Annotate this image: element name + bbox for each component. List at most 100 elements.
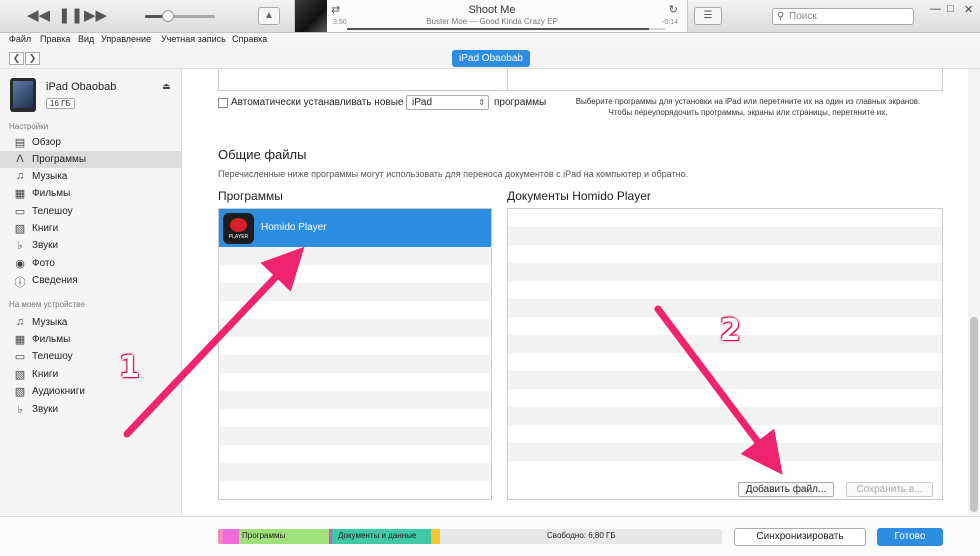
sidebar-item-music[interactable]: ♫ Музыка	[0, 168, 181, 185]
sidebar-item-label: Книги	[32, 223, 59, 234]
sidebar-item-label: Телешоу	[32, 206, 73, 217]
menu-help[interactable]: Справка	[232, 34, 267, 44]
now-playing-display: ⇄ 3:50 Shoot Me Buster Moe — Good Kinda …	[294, 0, 688, 32]
device-capacity-badge: 16 ГБ	[46, 98, 75, 109]
track-progress-bar[interactable]	[347, 28, 665, 30]
programs-word: программы	[494, 97, 547, 108]
sidebar-item-label: Звуки	[32, 404, 59, 415]
sidebar-item-apps[interactable]: Λ Программы	[0, 151, 181, 168]
bell-icon: ♭	[17, 240, 23, 252]
rewind-icon[interactable]: ◀◀	[27, 7, 50, 25]
music-icon: ♫	[15, 316, 25, 328]
sidebar-item-movies[interactable]: ▦ Фильмы	[0, 185, 181, 202]
sidebar-item-label: Звуки	[32, 240, 59, 251]
device-button[interactable]: iPad Obaobab	[452, 50, 530, 67]
main-scrollbar[interactable]	[968, 69, 980, 516]
sidebar-item-device-books[interactable]: ▧ Книги	[0, 366, 181, 383]
minimize-icon[interactable]: —	[930, 3, 941, 15]
list-item-homido-player[interactable]: PLAYER Homido Player	[219, 209, 491, 247]
shared-files-title: Общие файлы	[218, 147, 307, 162]
sidebar-item-device-music[interactable]: ♫ Музыка	[0, 314, 181, 331]
menu-edit[interactable]: Правка	[40, 34, 70, 44]
storage-bar: Программы Документы и данные Свободно: 6…	[218, 529, 722, 544]
search-icon: ⚲	[777, 11, 785, 22]
storage-free-label: Свободно: 6,80 ГБ	[547, 531, 616, 540]
tv-icon: ▭	[14, 351, 26, 363]
homido-player-app-icon: PLAYER	[223, 213, 254, 244]
search-input[interactable]: ⚲ Поиск	[772, 8, 914, 25]
chevron-updown-icon: ⇕	[478, 98, 485, 107]
sidebar-item-label: Сведения	[32, 275, 78, 286]
install-hint-line1: Выберите программы для установки на iPad…	[575, 97, 921, 106]
sidebar-item-label: Книги	[32, 369, 59, 380]
sidebar-item-device-audiobooks[interactable]: ▧ Аудиокниги	[0, 383, 181, 400]
sidebar-item-summary[interactable]: ▤ Обзор	[0, 134, 181, 151]
airplay-icon[interactable]: ▲	[258, 7, 280, 25]
auto-install-checkbox[interactable]	[218, 98, 228, 108]
repeat-icon[interactable]: ↻	[669, 3, 678, 16]
sidebar-item-label: Фото	[32, 258, 55, 269]
eject-icon[interactable]: ⏏	[162, 81, 171, 92]
sidebar-item-label: Музыка	[32, 171, 68, 182]
docs-column-title: Документы Homido Player	[507, 189, 651, 203]
book-icon: ▧	[14, 223, 26, 235]
done-button[interactable]: Готово	[877, 528, 943, 546]
sidebar-item-label: Аудиокниги	[32, 386, 85, 397]
track-progress-fill	[347, 28, 650, 30]
shared-apps-list: PLAYER Homido Player	[218, 208, 492, 500]
sidebar-item-books[interactable]: ▧ Книги	[0, 220, 181, 237]
sidebar-item-info[interactable]: ⓘ Сведения	[0, 272, 181, 289]
storage-programs-label: Программы	[242, 531, 286, 540]
annotation-number-2: 2	[720, 313, 741, 348]
sidebar-item-tones[interactable]: ♭ Звуки	[0, 237, 181, 254]
audiobook-icon: ▧	[14, 386, 26, 398]
close-icon[interactable]: ✕	[964, 3, 973, 16]
sidebar-item-tv[interactable]: ▭ Телешоу	[0, 203, 181, 220]
menu-controls[interactable]: Управление	[101, 34, 151, 44]
footer-bar: Программы Документы и данные Свободно: 6…	[0, 516, 980, 556]
book-icon: ▧	[14, 369, 26, 381]
sidebar-item-label: Программы	[32, 154, 87, 165]
sync-button[interactable]: Синхронизировать	[734, 528, 866, 546]
menu-account[interactable]: Учетная запись	[161, 34, 226, 44]
remaining-time: -0:14	[662, 19, 678, 26]
maximize-icon[interactable]: □	[947, 3, 954, 15]
sidebar-settings-header: Настройки	[9, 122, 49, 131]
film-icon: ▦	[14, 188, 26, 200]
main-content: Автоматически устанавливать новые iPad ⇕…	[183, 69, 968, 516]
camera-icon: ◉	[15, 258, 25, 270]
shared-files-description: Перечисленные ниже программы могут испол…	[218, 169, 689, 179]
forward-button[interactable]: ❯	[25, 52, 40, 65]
save-to-button[interactable]: Сохранить в...	[846, 482, 933, 497]
storage-docs-label: Документы и данные	[338, 531, 417, 540]
search-placeholder: Поиск	[789, 11, 817, 22]
volume-knob[interactable]	[162, 10, 174, 22]
sidebar-item-device-movies[interactable]: ▦ Фильмы	[0, 331, 181, 348]
pause-icon[interactable]: ❚❚	[58, 7, 83, 25]
volume-slider[interactable]	[145, 15, 215, 18]
menu-file[interactable]: Файл	[9, 34, 31, 44]
player-toolbar: ◀◀ ❚❚ ▶▶ ▲ ⇄ 3:50 Shoot Me Buster Moe — …	[0, 0, 980, 33]
track-title: Shoot Me	[468, 4, 516, 16]
documents-list[interactable]: Добавить файл... Сохранить в...	[507, 208, 943, 500]
sidebar-item-device-tv[interactable]: ▭ Телешоу	[0, 348, 181, 365]
device-type-select[interactable]: iPad ⇕	[406, 95, 489, 110]
sidebar-device-header: На моем устройстве	[9, 300, 85, 309]
add-file-button[interactable]: Добавить файл...	[738, 482, 834, 497]
menu-view[interactable]: Вид	[78, 34, 94, 44]
scroll-thumb[interactable]	[970, 317, 978, 512]
device-name[interactable]: iPad Obaobab	[46, 81, 116, 93]
music-icon: ♫	[15, 170, 25, 182]
auto-install-label: Автоматически устанавливать новые	[231, 97, 404, 108]
fast-forward-icon[interactable]: ▶▶	[84, 7, 107, 25]
ipad-icon	[10, 78, 36, 112]
app-icon-text: PLAYER	[228, 234, 249, 240]
device-type-value: iPad	[412, 97, 433, 108]
back-button[interactable]: ❮	[9, 52, 24, 65]
sidebar-item-device-tones[interactable]: ♭ Звуки	[0, 401, 181, 418]
up-next-list-icon[interactable]: ☰	[694, 7, 722, 25]
sidebar-item-photos[interactable]: ◉ Фото	[0, 255, 181, 272]
film-icon: ▦	[14, 334, 26, 346]
sidebar-item-label: Музыка	[32, 317, 68, 328]
track-info: Buster Moe — Good Kinda Crazy EP	[426, 17, 558, 26]
